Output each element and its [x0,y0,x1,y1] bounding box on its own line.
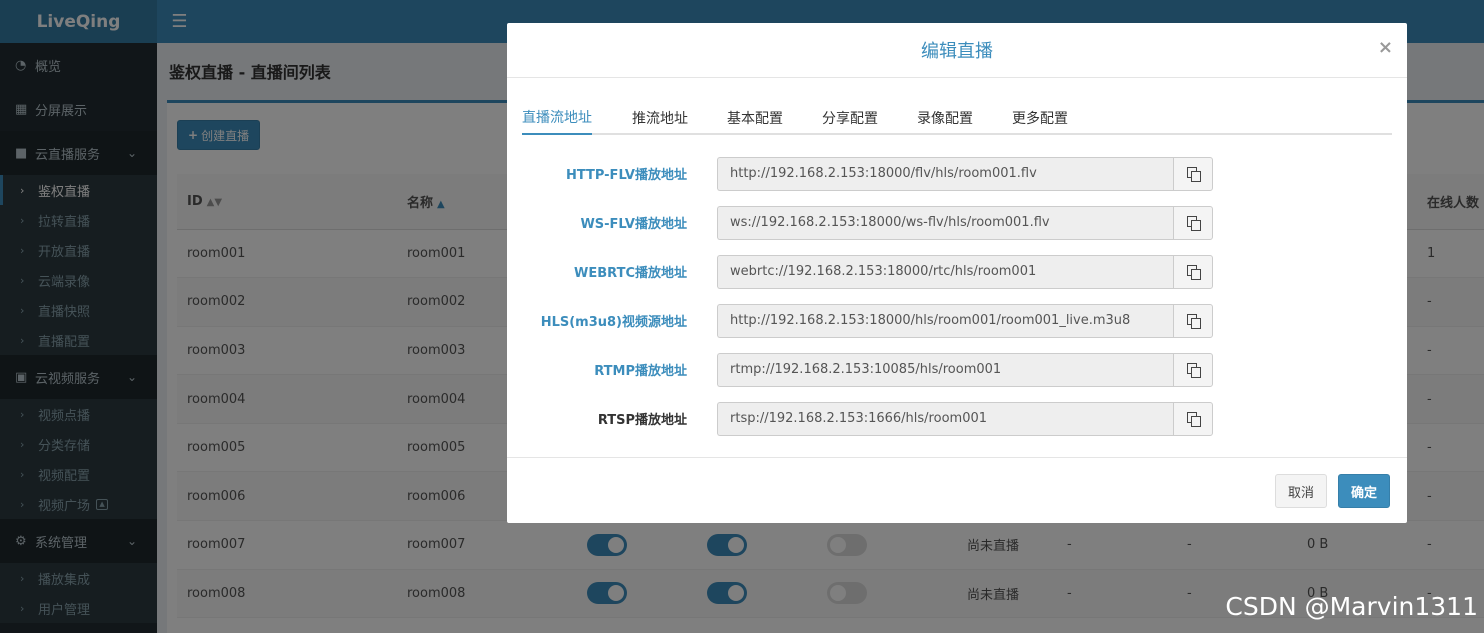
stream-url-field[interactable]: ws://192.168.2.153:18000/ws-flv/hls/room… [717,205,1173,240]
modal-header: 编辑直播 × [507,23,1407,78]
stream-label: RTMP播放地址 [594,364,687,379]
modal-tabs: 直播流地址 推流地址 基本配置 分享配置 录像配置 更多配置 [522,100,1392,135]
watermark: CSDN @Marvin1311 [1225,592,1478,621]
stream-label: HTTP-FLV播放地址 [565,168,687,183]
close-icon[interactable]: × [1378,37,1393,58]
stream-row-ws-flv: WS-FLV播放地址 ws://192.168.2.153:18000/ws-f… [507,198,1407,247]
tab-basic-config[interactable]: 基本配置 [727,100,796,135]
cancel-button[interactable]: 取消 [1275,474,1328,508]
stream-url-field[interactable]: rtmp://192.168.2.153:10085/hls/room001 [717,352,1173,387]
modal-title: 编辑直播 [921,41,993,62]
confirm-button[interactable]: 确定 [1338,474,1391,508]
stream-label: WEBRTC播放地址 [574,266,687,281]
stream-url-field[interactable]: rtsp://192.168.2.153:1666/hls/room001 [717,401,1173,436]
copy-icon [1186,314,1201,329]
copy-button[interactable] [1173,352,1213,387]
copy-button[interactable] [1173,156,1213,191]
stream-row-rtsp: RTSP播放地址 rtsp://192.168.2.153:1666/hls/r… [507,394,1407,443]
stream-row-http-flv: HTTP-FLV播放地址 http://192.168.2.153:18000/… [507,149,1407,198]
copy-icon [1186,216,1201,231]
copy-icon [1186,167,1201,182]
copy-icon [1186,265,1201,280]
stream-label: HLS(m3u8)视频源地址 [540,315,687,330]
stream-url-list: HTTP-FLV播放地址 http://192.168.2.153:18000/… [507,149,1407,443]
stream-row-rtmp: RTMP播放地址 rtmp://192.168.2.153:10085/hls/… [507,345,1407,394]
edit-live-modal: 编辑直播 × 直播流地址 推流地址 基本配置 分享配置 录像配置 更多配置 HT… [507,23,1407,523]
copy-button[interactable] [1173,205,1213,240]
copy-button[interactable] [1173,401,1213,436]
tab-push-urls[interactable]: 推流地址 [632,100,701,135]
stream-row-webrtc: WEBRTC播放地址 webrtc://192.168.2.153:18000/… [507,247,1407,296]
stream-url-field[interactable]: http://192.168.2.153:18000/flv/hls/room0… [717,156,1173,191]
stream-label: RTSP播放地址 [597,413,687,428]
stream-label: WS-FLV播放地址 [580,217,687,232]
copy-button[interactable] [1173,254,1213,289]
modal-footer: 取消 确定 [507,457,1407,523]
copy-icon [1186,363,1201,378]
stream-url-field[interactable]: http://192.168.2.153:18000/hls/room001/r… [717,303,1173,338]
tab-share-config[interactable]: 分享配置 [822,100,891,135]
tab-more-config[interactable]: 更多配置 [1012,100,1081,135]
tab-stream-urls[interactable]: 直播流地址 [522,100,592,135]
stream-row-hls: HLS(m3u8)视频源地址 http://192.168.2.153:1800… [507,296,1407,345]
copy-button[interactable] [1173,303,1213,338]
tab-record-config[interactable]: 录像配置 [917,100,986,135]
stream-url-field[interactable]: webrtc://192.168.2.153:18000/rtc/hls/roo… [717,254,1173,289]
copy-icon [1186,412,1201,427]
